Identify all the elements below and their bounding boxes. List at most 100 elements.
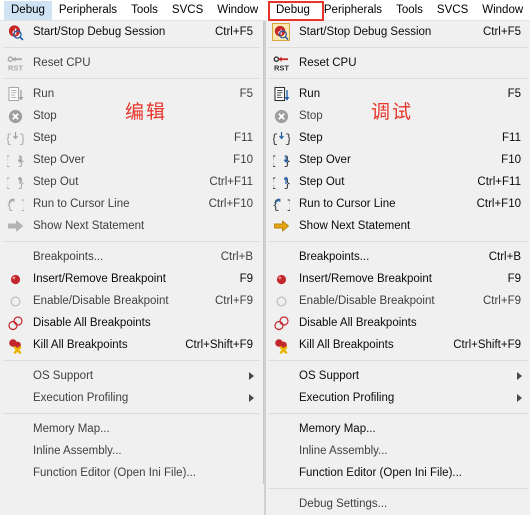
menu-item-label: Debug Settings... [299,497,388,510]
menu-item-kill-all-breakpoints[interactable]: Kill All Breakpoints Ctrl+Shift+F9 [266,334,530,356]
menu-item-disable-all-breakpoints[interactable]: Disable All Breakpoints [266,312,530,334]
menu-item-kill-all-breakpoints[interactable]: Kill All Breakpoints Ctrl+Shift+F9 [0,334,263,356]
run-icon [272,85,290,103]
menubar-item-svcs[interactable]: SVCS [430,1,475,20]
run-to-cursor-icon: { } [6,195,24,213]
disable-all-breakpoints-icon [272,314,290,332]
step-out-icon: { } [6,173,24,191]
menubar-item-tools[interactable]: Tools [124,1,165,20]
menu-separator [3,47,260,48]
kill-all-breakpoints-icon [272,336,290,354]
menu-item-label: OS Support [299,369,360,382]
menu-item-enable-disable-breakpoint: Enable/Disable Breakpoint Ctrl+F9 [0,290,263,312]
menubar-item-tools[interactable]: Tools [389,1,430,20]
menu-item-accelerator: Ctrl+F11 [477,175,521,188]
svg-text:RST: RST [8,63,23,72]
menu-item-insert-remove-breakpoint[interactable]: Insert/Remove Breakpoint F9 [266,268,530,290]
step-over-icon: { } [6,151,24,169]
menu-item-breakpoints[interactable]: Breakpoints... Ctrl+B [266,246,530,268]
menu-item-label: Reset CPU [33,56,91,69]
menu-item-label: Run to Cursor Line [33,197,130,210]
menu-item-step-out: { } Step Out Ctrl+F11 [0,171,263,193]
screenshot-root: Guhuang Develop 嵌入式硬件开发 Debug Peripheral… [0,0,530,515]
menu-item-accelerator: F10 [233,153,253,166]
menu-item-label: Run [33,87,55,100]
submenu-chevron-right-icon [517,372,522,380]
menu-item-reset-cpu[interactable]: RST Reset CPU [266,52,530,74]
next-statement-arrow-icon [272,217,290,235]
menubar-item-debug[interactable]: Debug [4,0,52,20]
breakpoint-hollow-icon [6,292,24,310]
next-statement-arrow-icon [6,217,24,235]
menu-item-step[interactable]: { } Step F11 [266,127,530,149]
menubar-item-svcs[interactable]: SVCS [165,1,210,20]
kill-all-breakpoints-icon [6,336,24,354]
stop-icon [6,107,24,125]
menu-item-label: Memory Map... [299,422,376,435]
menu-item-show-next-statement[interactable]: Show Next Statement [266,215,530,237]
menu-item-label: Memory Map... [33,422,110,435]
menu-item-accelerator: Ctrl+F5 [482,25,521,38]
menu-item-show-next-statement: Show Next Statement [0,215,263,237]
menu-item-accelerator: F9 [507,272,521,285]
menu-item-label: Start/Stop Debug Session [299,25,432,38]
menu-separator [269,78,528,79]
menu-item-accelerator: F11 [502,131,521,144]
menu-item-label: Function Editor (Open Ini File)... [299,466,462,479]
menu-item-label: Breakpoints... [299,250,370,263]
svg-text:{ }: { } [7,154,24,168]
breakpoint-red-dot-icon [272,270,290,288]
menu-item-accelerator: F5 [507,87,521,100]
menu-item-accelerator: Ctrl+F11 [209,175,253,188]
svg-text:{ }: { } [273,154,290,168]
menu-item-os-support: OS Support [0,365,263,387]
menu-item-accelerator: Ctrl+F9 [214,294,253,307]
menu-item-stop: Stop [266,105,530,127]
menu-item-os-support[interactable]: OS Support [266,365,530,387]
menu-item-accelerator: F9 [239,272,253,285]
menu-item-run-to-cursor-line[interactable]: { } Run to Cursor Line Ctrl+F10 [266,193,530,215]
menu-item-accelerator: Ctrl+Shift+F9 [453,338,521,351]
menu-item-label: Enable/Disable Breakpoint [33,294,169,307]
menu-item-insert-remove-breakpoint[interactable]: Insert/Remove Breakpoint F9 [0,268,263,290]
menu-item-start-stop-debug-session[interactable]: d Start/Stop Debug Session Ctrl+F5 [266,21,530,43]
step-into-icon: { } [272,129,290,147]
menu-item-label: Stop [33,109,57,122]
menubar-item-debug[interactable]: Debug [269,1,317,20]
menu-item-accelerator: Ctrl+B [220,250,253,263]
menu-item-label: Reset CPU [299,56,357,69]
run-to-cursor-icon: { } [272,195,290,213]
menubar-item-peripherals[interactable]: Peripherals [52,1,124,20]
menu-item-memory-map[interactable]: Memory Map... [266,418,530,440]
stop-icon [272,107,290,125]
menu-item-run-to-cursor-line: { } Run to Cursor Line Ctrl+F10 [0,193,263,215]
menu-item-label: OS Support [33,369,94,382]
menubar-item-peripherals[interactable]: Peripherals [317,1,389,20]
menu-item-step-out[interactable]: { } Step Out Ctrl+F11 [266,171,530,193]
svg-text:RST: RST [274,63,289,72]
menu-item-execution-profiling[interactable]: Execution Profiling [266,387,530,409]
menu-item-step-over: { } Step Over F10 [0,149,263,171]
menu-item-accelerator: Ctrl+F10 [476,197,521,210]
reset-cpu-icon: RST [6,54,24,72]
debug-dropdown-left: d Start/Stop Debug Session Ctrl+F5 RST Reset… [0,21,264,484]
menu-separator [269,413,528,414]
menubar-right: Debug Peripherals Tools SVCS Window [265,0,530,21]
menu-item-breakpoints: Breakpoints... Ctrl+B [0,246,263,268]
menu-item-label: Disable All Breakpoints [33,316,151,329]
menu-item-accelerator: Ctrl+B [488,250,521,263]
menu-item-function-editor-open-ini-file[interactable]: Function Editor (Open Ini File)... [266,462,530,484]
menu-item-memory-map: Memory Map... [0,418,263,440]
menu-item-label: Step Over [299,153,351,166]
menubar-item-window[interactable]: Window [475,1,530,20]
menubar-item-window[interactable]: Window [210,1,265,20]
run-icon [6,85,24,103]
debug-menu-panel-right: Debug Peripherals Tools SVCS Window d Sta… [265,0,530,515]
menu-item-label: Step [299,131,323,144]
menu-item-disable-all-breakpoints[interactable]: Disable All Breakpoints [0,312,263,334]
menu-item-start-stop-debug-session[interactable]: d Start/Stop Debug Session Ctrl+F5 [0,21,263,43]
menu-item-reset-cpu: RST Reset CPU [0,52,263,74]
menu-item-step-over[interactable]: { } Step Over F10 [266,149,530,171]
menu-item-label: Insert/Remove Breakpoint [299,272,432,285]
menu-item-run[interactable]: Run F5 [266,83,530,105]
